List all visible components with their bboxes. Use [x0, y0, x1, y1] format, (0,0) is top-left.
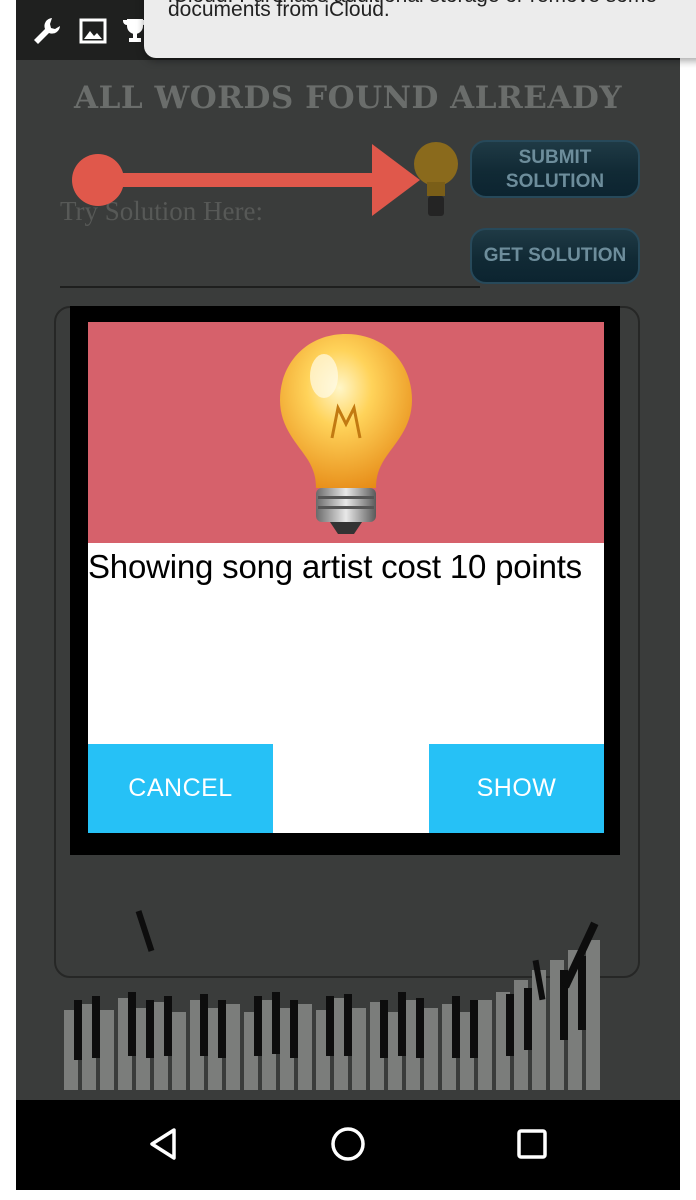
page-heading: ALL WORDS FOUND ALREADY	[74, 80, 622, 116]
wrench-icon	[34, 18, 60, 44]
cancel-button[interactable]: CANCEL	[88, 744, 273, 833]
home-circle-icon[interactable]	[328, 1124, 368, 1164]
annotation-arrow	[72, 144, 420, 216]
dialog-message: Showing song artist cost 10 points	[88, 548, 582, 585]
dialog-header	[88, 322, 604, 543]
back-triangle-icon[interactable]	[144, 1124, 184, 1164]
icloud-notification[interactable]: iCloud. Purchase additional storage or r…	[144, 0, 696, 58]
image-icon	[79, 18, 107, 44]
lightbulb-icon	[280, 334, 412, 534]
recents-square-icon[interactable]	[512, 1124, 552, 1164]
submit-solution-button[interactable]: SUBMIT SOLUTION	[470, 140, 640, 198]
get-solution-button[interactable]: GET SOLUTION	[470, 228, 640, 284]
piano-keys-decoration	[64, 910, 600, 1090]
navigation-bar	[16, 1100, 680, 1190]
solution-input[interactable]	[60, 286, 480, 288]
dialog-body: Showing song artist cost 10 points CANCE…	[88, 322, 604, 833]
submit-line-2: SOLUTION	[505, 171, 605, 192]
submit-line-1: SUBMIT	[518, 147, 592, 168]
show-button[interactable]: SHOW	[429, 744, 604, 833]
notification-text-line-2: documents from iCloud.	[168, 0, 390, 21]
hint-dialog: Showing song artist cost 10 points CANCE…	[70, 306, 620, 855]
